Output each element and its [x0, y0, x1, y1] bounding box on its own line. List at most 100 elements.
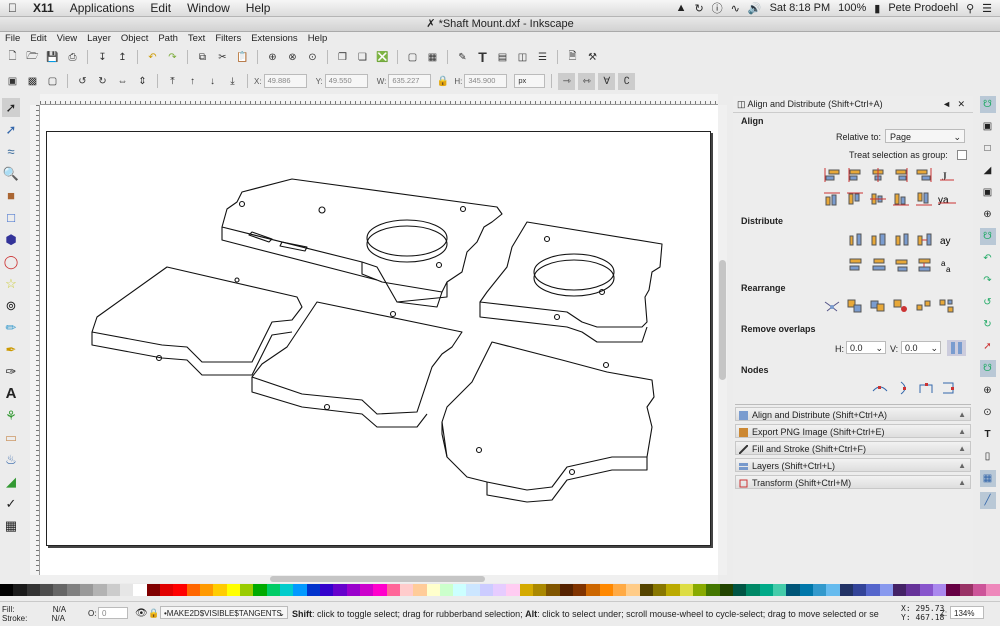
app-menu-name[interactable]: X11	[25, 1, 62, 15]
overlap-h-input[interactable]: 0.0 ⌄	[846, 341, 886, 354]
remove-overlaps-icon[interactable]	[947, 340, 966, 356]
wifi-icon[interactable]: ∿	[731, 2, 740, 15]
palette-swatch[interactable]	[79, 584, 94, 596]
exchange-clockwise-icon[interactable]	[891, 298, 910, 314]
palette-swatch[interactable]	[159, 584, 174, 596]
palette-swatch[interactable]	[773, 584, 787, 596]
sync-icon[interactable]: ↻	[694, 2, 703, 15]
treat-selection-checkbox[interactable]	[957, 150, 967, 160]
raise-icon[interactable]: ↑	[184, 73, 201, 90]
star-tool-icon[interactable]: ☆	[2, 274, 20, 293]
print-icon[interactable]: ⎙	[64, 49, 81, 66]
text-font-icon[interactable]: T	[474, 49, 491, 66]
eraser-tool-icon[interactable]: ▭	[2, 428, 20, 447]
palette-swatch[interactable]	[439, 584, 454, 596]
align-baseline-icon[interactable]: J	[937, 167, 956, 183]
import-icon[interactable]: ↧	[94, 49, 111, 66]
zoom-page-icon[interactable]: ⊙	[304, 49, 321, 66]
palette-swatch[interactable]	[839, 584, 853, 596]
horizontal-scrollbar[interactable]	[40, 575, 718, 583]
menu-edit[interactable]: Edit	[142, 1, 179, 15]
flip-vertical-icon[interactable]: ⇕	[134, 73, 151, 90]
horizontal-ruler[interactable]	[40, 94, 718, 105]
snap-bbox-center-icon[interactable]: ⊕	[980, 206, 996, 223]
snap-bbox-edge-icon[interactable]: □	[980, 140, 996, 157]
drive-icon[interactable]: ▲	[676, 2, 687, 14]
align-bottom-to-top-icon[interactable]	[822, 191, 841, 207]
palette-swatch[interactable]	[759, 584, 774, 596]
palette-swatch[interactable]	[733, 584, 747, 596]
palette-swatch[interactable]	[946, 584, 960, 596]
clock[interactable]: Sat 8:18 PM	[770, 2, 831, 14]
3dbox-tool-icon[interactable]: ⬢	[2, 230, 20, 249]
palette-swatch[interactable]	[453, 584, 467, 596]
align-bottom-icon[interactable]	[891, 191, 910, 207]
lock-ratio-icon[interactable]: 🔒	[434, 73, 451, 90]
dock-collapse-icon[interactable]: ◄	[942, 97, 951, 112]
tweak-tool-icon[interactable]: ≈	[2, 142, 20, 161]
align-center-vertical-icon[interactable]	[868, 191, 887, 207]
palette-swatch[interactable]	[53, 584, 67, 596]
align-right-to-left-icon[interactable]	[822, 167, 841, 183]
battery-level[interactable]: 100%	[838, 2, 866, 14]
snap-toggle-icon[interactable]: ☋	[979, 96, 996, 113]
part-middle[interactable]	[251, 301, 463, 415]
info-icon[interactable]: ⓘ	[712, 0, 723, 16]
duplicate-icon[interactable]: ❐	[334, 49, 351, 66]
undo-icon[interactable]: ↶	[144, 49, 161, 66]
palette-swatch[interactable]	[706, 584, 720, 596]
snap-rotation-center-icon[interactable]: ⊙	[980, 404, 996, 421]
pencil-tool-icon[interactable]: ✏	[2, 318, 20, 337]
scale-corners-icon[interactable]: ⇿	[578, 72, 596, 90]
relative-to-select[interactable]: Page ⌄	[885, 129, 965, 143]
palette-swatch[interactable]	[213, 584, 227, 596]
align-nodes-v-icon[interactable]	[893, 380, 912, 396]
document-properties-icon[interactable]: 🗎	[564, 49, 581, 66]
group-icon[interactable]: ▢	[404, 49, 421, 66]
palette-swatch[interactable]	[586, 584, 600, 596]
menu-window[interactable]: Window	[179, 1, 238, 15]
align-top-icon[interactable]	[845, 191, 864, 207]
palette-swatch[interactable]	[639, 584, 654, 596]
snap-grid-icon[interactable]: ▦	[979, 470, 996, 487]
palette-swatch[interactable]	[799, 584, 814, 596]
menu-layer[interactable]: Layer	[82, 32, 116, 45]
distribute-left-edges-icon[interactable]	[846, 232, 865, 248]
zoom-drawing-icon[interactable]: ⊗	[284, 49, 301, 66]
palette-swatch[interactable]	[359, 584, 374, 596]
distribute-gaps-h-icon[interactable]	[915, 232, 934, 248]
graph-layout-icon[interactable]	[822, 298, 841, 314]
part-top-right-hole[interactable]	[533, 253, 615, 291]
snap-cusp-nodes-icon[interactable]: ↺	[980, 294, 996, 311]
palette-swatch[interactable]	[373, 584, 387, 596]
part-middle-left[interactable]	[91, 266, 303, 363]
fill-stroke-icon[interactable]: ✎	[454, 49, 471, 66]
panel-fill-stroke[interactable]: Fill and Stroke (Shift+Ctrl+F) ▲	[735, 441, 971, 455]
align-nodes-h-icon[interactable]	[870, 380, 889, 396]
lower-bottom-icon[interactable]: ⤓	[224, 73, 241, 90]
palette-swatch[interactable]	[106, 584, 120, 596]
distribute-text-v-icon[interactable]: aa	[938, 257, 957, 273]
snap-intersections-icon[interactable]: ↷	[980, 272, 996, 289]
palette-swatch[interactable]	[613, 584, 627, 596]
snap-bbox-icon[interactable]: ▣	[980, 118, 996, 135]
palette-swatch[interactable]	[93, 584, 107, 596]
palette-swatch[interactable]	[173, 584, 187, 596]
distribute-right-edges-icon[interactable]	[892, 232, 911, 248]
menu-object[interactable]: Object	[116, 32, 153, 45]
menu-help[interactable]: Help	[238, 1, 279, 15]
palette-swatch[interactable]	[679, 584, 694, 596]
palette-swatch[interactable]	[239, 584, 254, 596]
palette-swatch[interactable]	[972, 584, 987, 596]
spray-tool-icon[interactable]: ⚘	[2, 406, 20, 425]
list-icon[interactable]: ☰	[982, 2, 992, 15]
battery-icon[interactable]: ▮	[874, 2, 880, 15]
palette-swatch[interactable]	[693, 584, 707, 596]
distribute-centers-h-icon[interactable]	[869, 232, 888, 248]
export-icon[interactable]: ↥	[114, 49, 131, 66]
palette-swatch[interactable]	[279, 584, 294, 596]
palette-swatch[interactable]	[826, 584, 840, 596]
flip-horizontal-icon[interactable]: ⇔	[114, 73, 131, 90]
distribute-nodes-v-icon[interactable]	[939, 380, 958, 396]
select-all-icon[interactable]: ▣	[4, 73, 21, 90]
